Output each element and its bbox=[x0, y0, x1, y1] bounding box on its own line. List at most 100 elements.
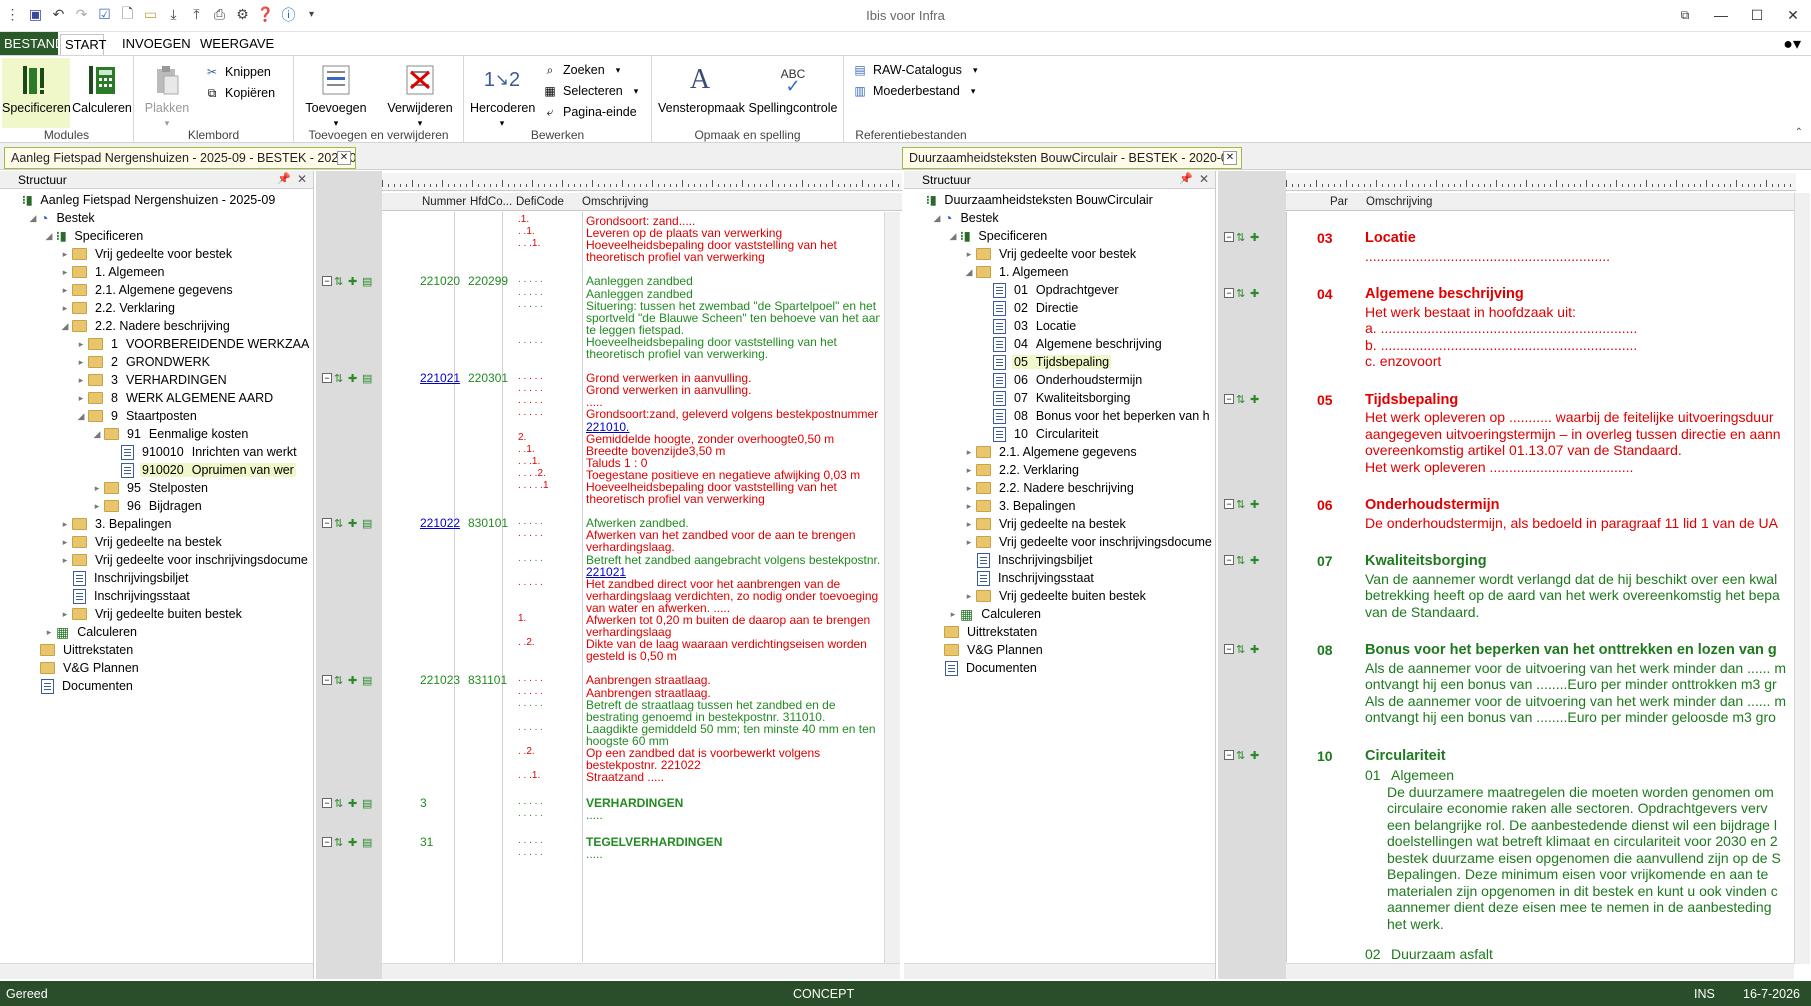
insert-section-icon[interactable]: ⇅ bbox=[1236, 394, 1248, 406]
knippen-button[interactable]: ✂ Knippen bbox=[204, 62, 271, 82]
col-nummer[interactable]: Nummer bbox=[422, 196, 466, 208]
expand-arrow-icon[interactable]: ▸ bbox=[44, 627, 54, 638]
close-pane-icon[interactable]: ✕ bbox=[297, 172, 307, 186]
expand-arrow-icon[interactable]: ▸ bbox=[76, 393, 86, 404]
collapse-row-icon[interactable]: − bbox=[322, 798, 332, 809]
tree-item[interactable]: ◢ ◔ Bestek bbox=[28, 209, 97, 227]
add-row-icon[interactable]: ✚ bbox=[348, 675, 360, 687]
tree-item[interactable]: Documenten bbox=[28, 677, 135, 695]
tree-item[interactable]: ▸ Vrij gedeelte voor bestek bbox=[60, 245, 234, 263]
expand-arrow-icon[interactable]: ▸ bbox=[964, 465, 974, 476]
raw-catalogus-button[interactable]: ▤ RAW-Catalogus ▾ bbox=[852, 60, 977, 80]
expand-arrow-icon[interactable]: ◢ bbox=[932, 213, 942, 224]
plakken-button[interactable]: Plakken ▾ bbox=[138, 58, 196, 128]
col-omschrijving[interactable]: Omschrijving bbox=[582, 196, 648, 208]
tree-item[interactable]: ▸ 2 GRONDWERK bbox=[76, 353, 212, 371]
edit-row-icon[interactable]: ▤ bbox=[362, 675, 374, 687]
doc-tab-left[interactable]: Aanleg Fietspad Nergenshuizen - 2025-09 … bbox=[4, 147, 356, 169]
tree-item[interactable]: 08 Bonus voor het beperken van h bbox=[980, 407, 1212, 425]
moederbestand-button[interactable]: ▥ Moederbestand ▾ bbox=[852, 81, 975, 101]
horizontal-scrollbar[interactable] bbox=[904, 963, 1215, 979]
tab-weergave[interactable]: WEERGAVE bbox=[196, 34, 278, 55]
tree-item[interactable]: ⁝▮ Aanleg Fietspad Nergenshuizen - 2025-0… bbox=[10, 191, 277, 209]
edit-row-icon[interactable]: ▤ bbox=[362, 837, 374, 849]
close-button[interactable]: ✕ bbox=[1775, 0, 1811, 30]
tree-item[interactable]: Inschrijvingsbiljet bbox=[964, 551, 1094, 569]
expand-arrow-icon[interactable]: ▸ bbox=[948, 609, 958, 620]
tree-item[interactable]: 06 Onderhoudstermijn bbox=[980, 371, 1144, 389]
left-vertical-scrollbar[interactable] bbox=[884, 212, 900, 964]
add-row-icon[interactable]: ✚ bbox=[348, 276, 360, 288]
left-horizontal-scrollbar[interactable] bbox=[382, 963, 900, 979]
calculeren-button[interactable]: Calculeren bbox=[72, 58, 132, 128]
tree-item[interactable]: ▸ Vrij gedeelte voor inschrijvingsdocume bbox=[964, 533, 1214, 551]
tree-item[interactable]: 02 Directie bbox=[980, 299, 1080, 317]
tree-item[interactable]: ▸ 96 Bijdragen bbox=[92, 497, 204, 515]
col-deficode[interactable]: DefiCode bbox=[516, 196, 564, 208]
maximize-button[interactable]: ☐ bbox=[1739, 0, 1775, 30]
tree-item[interactable]: V&G Plannen bbox=[932, 641, 1045, 659]
tree-item[interactable]: 01 Opdrachtgever bbox=[980, 281, 1121, 299]
collapse-section-icon[interactable]: − bbox=[1224, 749, 1234, 760]
collapse-section-icon[interactable]: − bbox=[1224, 288, 1234, 298]
pagina-einde-button[interactable]: ⤶ Pagina-einde bbox=[542, 102, 637, 122]
tree-item[interactable]: ◢ 2.2. Nadere beschrijving bbox=[60, 317, 232, 335]
expand-arrow-icon[interactable]: ▸ bbox=[964, 501, 974, 512]
tree-item[interactable]: 910010 Inrichten van werkt bbox=[108, 443, 299, 461]
tree-item[interactable]: ◢ 1. Algemeen bbox=[964, 263, 1071, 281]
tree-item[interactable]: ▸ 2.2. Verklaring bbox=[60, 299, 177, 317]
col-omschrijving[interactable]: Omschrijving bbox=[1366, 196, 1432, 208]
collapse-section-icon[interactable]: − bbox=[1224, 555, 1234, 565]
expand-arrow-icon[interactable]: ▸ bbox=[60, 555, 70, 566]
pin-icon[interactable]: 📌 bbox=[277, 172, 291, 185]
tree-item[interactable]: ▸ Vrij gedeelte buiten bestek bbox=[964, 587, 1148, 605]
tree-item[interactable]: Inschrijvingsstaat bbox=[60, 587, 192, 605]
tree-item[interactable]: ◢ 91 Eenmalige kosten bbox=[92, 425, 250, 443]
specificeren-button[interactable]: Specificeren bbox=[2, 58, 71, 128]
tree-item[interactable]: ▸ ▦ Calculeren bbox=[948, 605, 1043, 623]
row-number[interactable]: 221022 bbox=[420, 516, 460, 530]
collapse-row-icon[interactable]: − bbox=[322, 276, 332, 287]
expand-arrow-icon[interactable]: ▸ bbox=[60, 609, 70, 620]
close-tab-icon[interactable]: ✕ bbox=[1223, 151, 1237, 165]
collapse-row-icon[interactable]: − bbox=[322, 836, 332, 847]
tree-item[interactable]: ▸ 3. Bepalingen bbox=[60, 515, 173, 533]
selecteren-button[interactable]: ▦ Selecteren ▾ bbox=[542, 81, 638, 101]
doc-tab-right[interactable]: Duurzaamheidsteksten BouwCirculair - BES… bbox=[902, 147, 1242, 169]
tree-item[interactable]: Uittrekstaten bbox=[932, 623, 1039, 641]
tree-item[interactable]: V&G Plannen bbox=[28, 659, 141, 677]
insert-row-icon[interactable]: ⇅ bbox=[334, 675, 346, 687]
insert-row-icon[interactable]: ⇅ bbox=[334, 518, 346, 530]
collapse-section-icon[interactable]: − bbox=[1224, 232, 1234, 242]
collapse-section-icon[interactable]: − bbox=[1224, 393, 1234, 404]
tree-item[interactable]: ◢ ⁝▮ Specificeren bbox=[948, 227, 1049, 245]
col-par[interactable]: Par bbox=[1330, 196, 1348, 208]
expand-arrow-icon[interactable]: ▸ bbox=[964, 519, 974, 530]
tree-item[interactable]: ▸ 1 VOORBEREIDENDE WERKZAA bbox=[76, 335, 311, 353]
expand-arrow-icon[interactable]: ▸ bbox=[60, 285, 70, 296]
tree-item[interactable]: ▸ 2.2. Verklaring bbox=[964, 461, 1081, 479]
add-section-icon[interactable]: ✚ bbox=[1250, 394, 1262, 406]
collapse-row-icon[interactable]: − bbox=[322, 675, 332, 686]
tree-item[interactable]: ▸ Vrij gedeelte buiten bestek bbox=[60, 605, 244, 623]
collapse-row-icon[interactable]: − bbox=[322, 518, 332, 529]
tree-item[interactable]: ▸ 2.1. Algemene gegevens bbox=[964, 443, 1139, 461]
tree-item[interactable]: ▸ ▦ Calculeren bbox=[44, 623, 139, 641]
add-section-icon[interactable]: ✚ bbox=[1250, 288, 1262, 300]
expand-arrow-icon[interactable]: ◢ bbox=[44, 231, 54, 242]
tree-item[interactable]: 05 Tijdsbepaling bbox=[980, 353, 1112, 371]
expand-arrow-icon[interactable]: ▸ bbox=[60, 537, 70, 548]
pin-icon[interactable]: 📌 bbox=[1179, 172, 1193, 185]
tree-item[interactable]: Inschrijvingsbiljet bbox=[60, 569, 190, 587]
tree-item[interactable]: ⁝▮ Duurzaamheidsteksten BouwCirculair bbox=[914, 191, 1155, 209]
tree-item[interactable]: ▸ 95 Stelposten bbox=[92, 479, 210, 497]
expand-arrow-icon[interactable]: ▸ bbox=[964, 483, 974, 494]
tree-item[interactable]: ◢ ◔ Bestek bbox=[932, 209, 1001, 227]
expand-arrow-icon[interactable]: ▸ bbox=[76, 339, 86, 350]
row-number[interactable]: 221021 bbox=[420, 371, 460, 385]
tab-invoegen[interactable]: INVOEGEN bbox=[118, 34, 195, 55]
insert-row-icon[interactable]: ⇅ bbox=[334, 798, 346, 810]
expand-arrow-icon[interactable]: ▸ bbox=[964, 591, 974, 602]
tree-item[interactable]: 910020 Opruimen van wer bbox=[108, 461, 296, 479]
expand-arrow-icon[interactable]: ▸ bbox=[76, 375, 86, 386]
